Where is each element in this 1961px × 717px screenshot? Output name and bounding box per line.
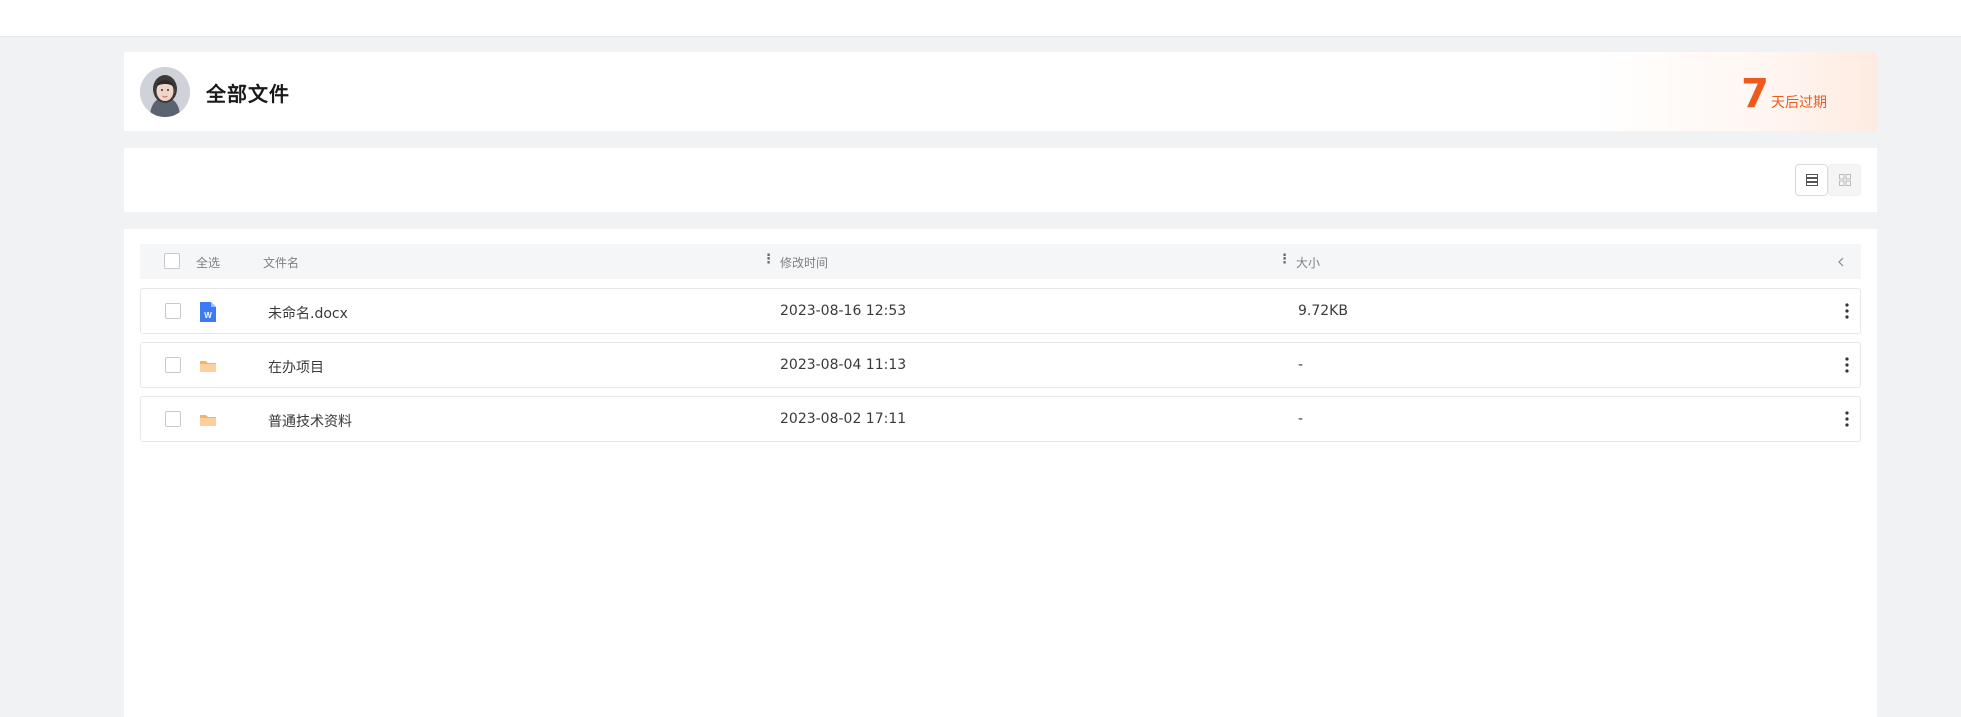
file-name[interactable]: 在办项目	[268, 357, 324, 377]
file-size: -	[1298, 357, 1304, 373]
folder-icon	[200, 361, 216, 372]
column-header-size[interactable]: 大小	[1296, 254, 1320, 271]
collapse-chevron-icon[interactable]	[1837, 257, 1845, 267]
grid-view-icon	[1838, 174, 1851, 186]
file-size: 9.72KB	[1298, 303, 1348, 319]
column-resize-handle[interactable]: ⋮	[762, 252, 775, 267]
more-options-icon[interactable]	[1844, 409, 1850, 429]
column-header-modified[interactable]: 修改时间	[780, 254, 828, 271]
more-options-icon[interactable]	[1844, 301, 1850, 321]
expiry-days: 7	[1741, 71, 1769, 117]
file-modified: 2023-08-02 17:11	[780, 411, 907, 427]
column-header-name[interactable]: 文件名	[263, 254, 299, 271]
list-view-icon	[1805, 174, 1818, 186]
toolbar	[124, 148, 1877, 212]
file-modified: 2023-08-16 12:53	[780, 303, 907, 319]
page-title: 全部文件	[206, 82, 290, 106]
table-header: 全选 文件名 ⋮ 修改时间 ⋮ 大小	[140, 244, 1861, 279]
file-list: 全选 文件名 ⋮ 修改时间 ⋮ 大小 W 未命名.docx 2023-08-16…	[124, 229, 1877, 717]
row-checkbox[interactable]	[165, 303, 181, 319]
file-name[interactable]: 普通技术资料	[268, 411, 352, 431]
row-checkbox[interactable]	[165, 411, 181, 427]
select-all-checkbox[interactable]	[164, 253, 180, 269]
avatar[interactable]	[140, 67, 190, 117]
page-header: 全部文件 7 天后过期	[124, 52, 1877, 131]
word-doc-icon: W	[200, 302, 216, 322]
file-modified: 2023-08-04 11:13	[780, 357, 907, 373]
row-checkbox[interactable]	[165, 357, 181, 373]
table-row[interactable]: 普通技术资料 2023-08-02 17:11 -	[140, 396, 1861, 442]
avatar-image	[140, 67, 190, 117]
folder-icon	[200, 415, 216, 426]
view-switch	[1795, 164, 1861, 196]
table-row[interactable]: W 未命名.docx 2023-08-16 12:53 9.72KB	[140, 288, 1861, 334]
expiry-label: 天后过期	[1771, 95, 1827, 111]
file-size: -	[1298, 411, 1304, 427]
svg-text:W: W	[204, 311, 212, 320]
expiry-notice: 7 天后过期	[1741, 74, 1827, 114]
top-bar	[0, 0, 1961, 37]
select-all-label[interactable]: 全选	[196, 254, 220, 271]
grid-view-button[interactable]	[1828, 164, 1861, 196]
more-options-icon[interactable]	[1844, 355, 1850, 375]
table-row[interactable]: 在办项目 2023-08-04 11:13 -	[140, 342, 1861, 388]
column-resize-handle[interactable]: ⋮	[1278, 252, 1291, 267]
list-view-button[interactable]	[1795, 164, 1828, 196]
file-name[interactable]: 未命名.docx	[268, 303, 348, 323]
